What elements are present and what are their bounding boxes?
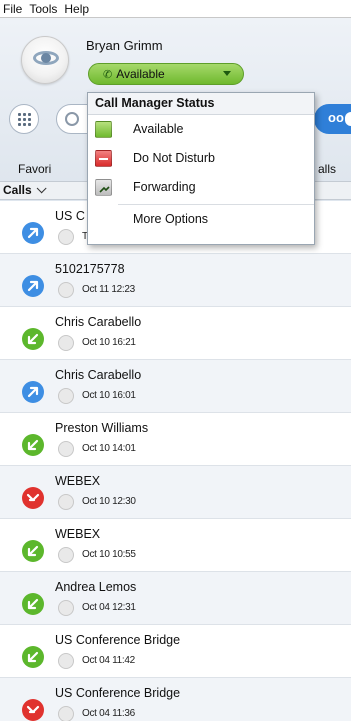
calls-filter-label: Calls (3, 183, 32, 197)
presence-icon (58, 282, 74, 298)
status-dropdown[interactable]: ✆ Available (88, 63, 244, 85)
call-row[interactable]: WEBEX Oct 10 10:55 (0, 519, 351, 572)
call-row[interactable]: Preston Williams Oct 10 14:01 (0, 413, 351, 466)
outgoing-call-icon (22, 381, 44, 403)
call-time: Oct 10 16:21 (82, 337, 136, 348)
menu-help[interactable]: Help (64, 2, 89, 16)
menu-file[interactable]: File (3, 2, 22, 16)
status-option-label: Available (133, 122, 184, 136)
caller-name: WEBEX (55, 527, 101, 541)
call-time: Oct 04 11:42 (82, 655, 135, 666)
call-row[interactable]: US Conference Bridge Oct 04 11:36 (0, 678, 351, 721)
missed-call-icon (22, 699, 44, 721)
call-row[interactable]: WEBEX Oct 10 12:30 (0, 466, 351, 519)
status-option-do-not-disturb[interactable]: Do Not Disturb (88, 144, 314, 173)
dialpad-icon (17, 112, 31, 126)
avatar-dot-icon (41, 53, 51, 63)
menu-tools[interactable]: Tools (29, 2, 57, 16)
presence-icon (58, 600, 74, 616)
tab-favorites[interactable]: Favori (18, 162, 51, 176)
status-option-available[interactable]: Available (88, 115, 314, 144)
menu-bar: File Tools Help (0, 0, 351, 18)
caller-name: Chris Carabello (55, 368, 142, 382)
call-time: Oct 11 12:23 (82, 284, 135, 295)
call-row[interactable]: Chris Carabello Oct 10 16:21 (0, 307, 351, 360)
incoming-call-icon (22, 328, 44, 350)
incoming-call-icon (22, 593, 44, 615)
status-label: Available (116, 67, 165, 81)
phone-icon (95, 121, 112, 138)
status-menu: Call Manager Status Available Do Not Dis… (87, 92, 315, 245)
call-time: Oct 10 12:30 (82, 496, 136, 507)
call-time: Oct 10 10:55 (82, 549, 136, 560)
caller-name: Andrea Lemos (55, 580, 137, 594)
avatar[interactable] (21, 36, 69, 84)
caller-name: WEBEX (55, 474, 101, 488)
chevron-down-icon (223, 71, 231, 76)
dialpad-button[interactable] (9, 104, 39, 134)
outgoing-call-icon (22, 275, 44, 297)
presence-icon (58, 494, 74, 510)
status-menu-title: Call Manager Status (88, 93, 314, 115)
caller-name: 5102175778 (55, 262, 125, 276)
call-time: Oct 10 16:01 (82, 390, 136, 401)
voicemail-icon: oo (328, 110, 344, 125)
call-row[interactable]: Chris Carabello Oct 10 16:01 (0, 360, 351, 413)
call-row[interactable]: 5102175778 Oct 11 12:23 (0, 254, 351, 307)
minus-icon (95, 150, 112, 167)
incoming-call-icon (22, 434, 44, 456)
status-option-forwarding[interactable]: Forwarding (88, 173, 314, 202)
status-option-label: Do Not Disturb (133, 151, 215, 165)
chevron-down-icon (36, 183, 47, 194)
missed-call-icon (22, 487, 44, 509)
call-time: Oct 10 14:01 (82, 443, 136, 454)
call-history-list: US CToday 12:595102175778Oct 11 12:23Chr… (0, 201, 351, 721)
presence-icon (58, 653, 74, 669)
status-option-label: Forwarding (133, 180, 196, 194)
forward-arrow-icon (95, 179, 112, 196)
user-name: Bryan Grimm (86, 38, 163, 53)
call-row[interactable]: Andrea Lemos Oct 04 12:31 (0, 572, 351, 625)
incoming-call-icon (22, 540, 44, 562)
presence-icon (58, 706, 74, 721)
caller-name: Chris Carabello (55, 315, 142, 329)
phone-icon: ✆ (103, 68, 113, 81)
call-time: Oct 04 12:31 (82, 602, 136, 613)
incoming-call-icon (22, 646, 44, 668)
outgoing-call-icon (22, 222, 44, 244)
presence-icon (58, 388, 74, 404)
presence-icon (58, 335, 74, 351)
tab-calls[interactable]: alls (318, 162, 336, 176)
caller-name: US Conference Bridge (55, 686, 181, 700)
call-time: Oct 04 11:36 (82, 708, 135, 719)
presence-icon (58, 547, 74, 563)
presence-icon (58, 441, 74, 457)
presence-icon (58, 229, 74, 245)
call-row[interactable]: US Conference Bridge Oct 04 11:42 (0, 625, 351, 678)
more-options-item[interactable]: More Options (88, 205, 314, 234)
caller-name: US Conference Bridge (55, 633, 181, 647)
caller-name: Preston Williams (55, 421, 149, 435)
voicemail-button[interactable]: oo (314, 104, 351, 134)
search-icon (65, 112, 79, 126)
caller-name: US C (55, 209, 85, 223)
